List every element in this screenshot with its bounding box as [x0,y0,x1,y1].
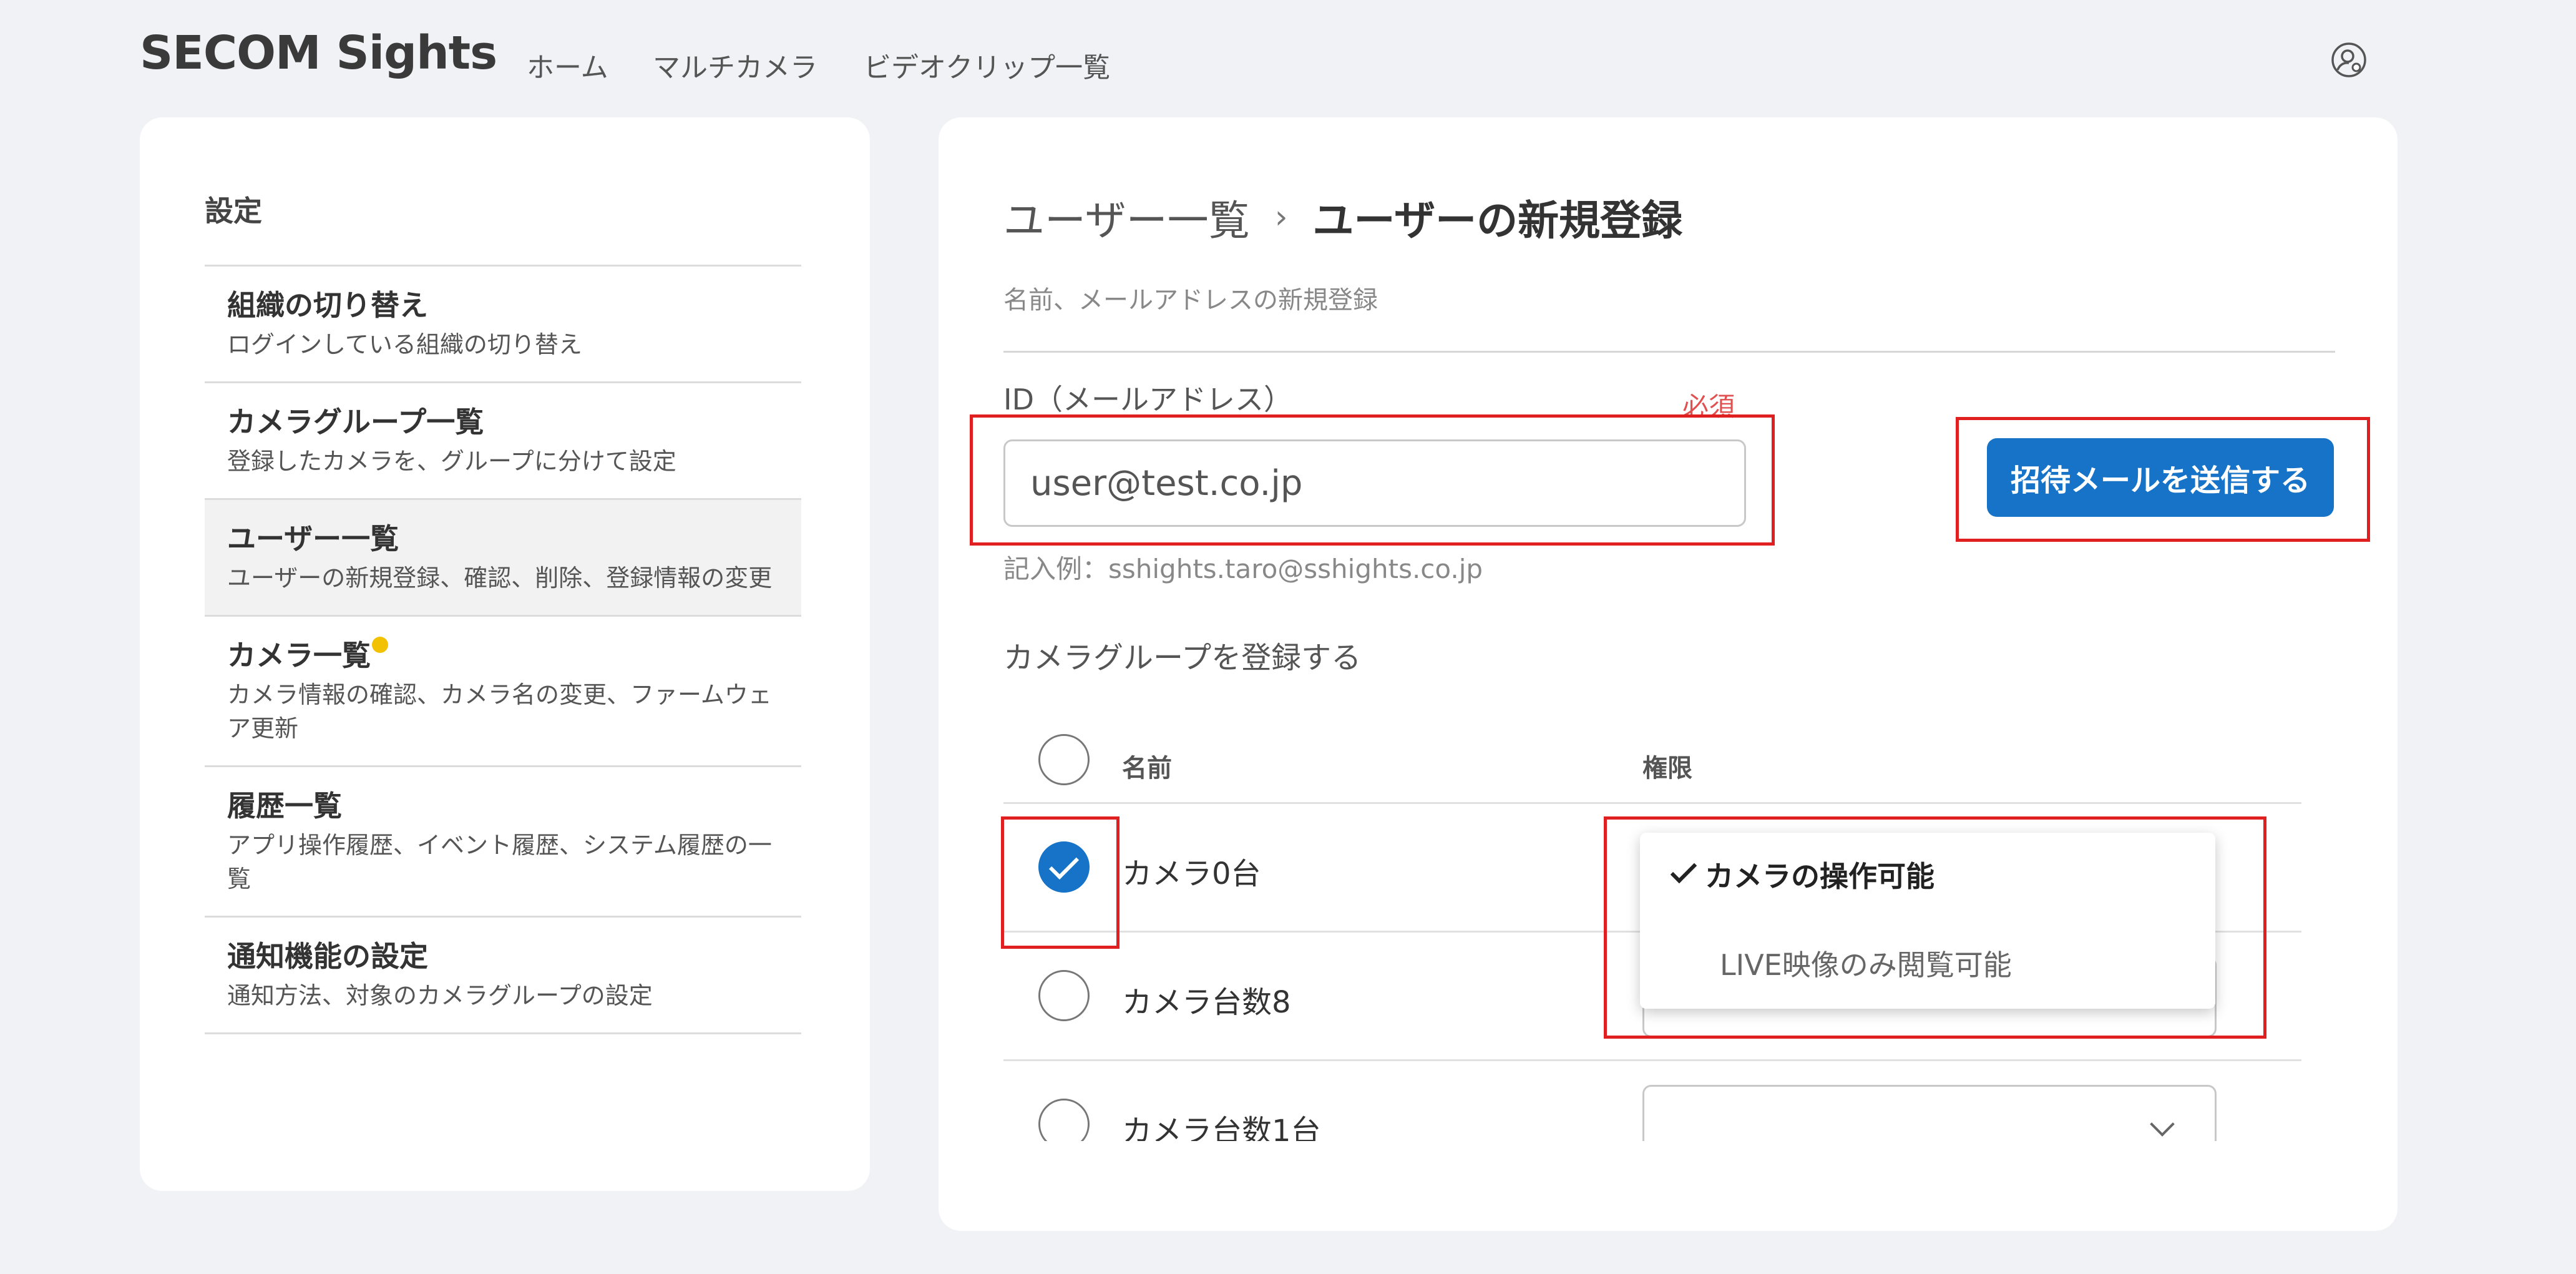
sidebar-title: 設定 [205,194,262,228]
column-header-permission: 権限 [1642,754,1692,783]
breadcrumb-parent[interactable]: ユーザー一覧 [1003,187,1250,247]
user-settings-icon[interactable] [2330,41,2368,79]
column-header-name: 名前 [1122,754,1172,783]
camera-group-section-title: カメラグループを登録する [1003,640,1362,675]
row-select-radio[interactable] [1038,970,1090,1021]
settings-sidebar: 設定 組織の切り替え ログインしている組織の切り替え カメラグループ一覧 登録し… [140,117,870,1191]
sidebar-item-notifications[interactable]: 通知機能の設定 通知方法、対象のカメラグループの設定 [205,918,801,1034]
sidebar-item-desc: ログインしている組織の切り替え [227,331,582,358]
sidebar-item-cameras[interactable]: カメラ一覧 カメラ情報の確認、カメラ名の変更、ファームウェア更新 [205,617,801,767]
row-select-radio[interactable] [1038,1099,1090,1141]
sidebar-item-desc: ユーザーの新規登録、確認、削除、登録情報の変更 [227,564,773,592]
sidebar-item-label: 組織の切り替え [227,288,428,322]
sidebar-item-org-switch[interactable]: 組織の切り替え ログインしている組織の切り替え [205,267,801,383]
sidebar-item-label-wrap: カメラ一覧 [227,635,388,675]
highlight-checkbox-box [1001,816,1120,949]
email-example: 記入例：sshights.taro@sshights.co.jp [1003,554,1483,584]
highlight-send-box [1956,417,2370,542]
camera-group-name: カメラ台数8 [1122,985,1291,1020]
camera-group-name: カメラ0台 [1122,856,1261,891]
page-title: ユーザーの新規登録 [1312,197,1683,245]
chevron-right-icon: › [1274,198,1288,236]
table-row: カメラ台数1台 [1003,1061,2301,1141]
sidebar-item-desc: アプリ操作履歴、イベント履歴、システム履歴の一覧 [227,831,772,893]
sidebar-item-label: カメラ一覧 [227,639,371,672]
sidebar-item-desc: カメラ情報の確認、カメラ名の変更、ファームウェア更新 [227,681,772,742]
breadcrumb: ユーザー一覧 › ユーザーの新規登録 [1003,187,1682,247]
sidebar-item-desc: 通知方法、対象のカメラグループの設定 [227,982,653,1009]
sidebar-item-label: ユーザー一覧 [227,522,399,556]
highlight-dropdown-box [1604,816,2266,1039]
notification-badge [372,637,388,653]
nav-video-clips[interactable]: ビデオクリップ一覧 [864,45,1110,85]
nav-home[interactable]: ホーム [527,45,608,85]
sidebar-item-users[interactable]: ユーザー一覧 ユーザーの新規登録、確認、削除、登録情報の変更 [205,500,801,617]
sidebar-item-history[interactable]: 履歴一覧 アプリ操作履歴、イベント履歴、システム履歴の一覧 [205,767,801,918]
nav-multi-camera[interactable]: マルチカメラ [653,45,817,85]
sidebar-item-label: 履歴一覧 [227,789,342,823]
page-subtitle: 名前、メールアドレスの新規登録 [1003,286,1378,315]
highlight-email-box [970,414,1775,546]
main-panel: ユーザー一覧 › ユーザーの新規登録 名前、メールアドレスの新規登録 ID（メー… [939,117,2398,1231]
sidebar-item-label: カメラグループ一覧 [227,405,484,439]
sidebar-item-label: 通知機能の設定 [227,939,428,973]
permission-select[interactable] [1642,1085,2217,1141]
header: SECOM Sights ホーム マルチカメラ ビデオクリップ一覧 [0,0,2576,119]
sidebar-item-camera-groups[interactable]: カメラグループ一覧 登録したカメラを、グループに分けて設定 [205,383,801,500]
settings-menu: 組織の切り替え ログインしている組織の切り替え カメラグループ一覧 登録したカメ… [205,265,801,1034]
sidebar-item-desc: 登録したカメラを、グループに分けて設定 [227,448,676,475]
camera-group-name: カメラ台数1台 [1122,1114,1321,1141]
divider [1003,351,2335,353]
table-header: 名前 権限 [1003,717,2301,804]
email-label: ID（メールアドレス） [1003,383,1292,416]
select-all-radio[interactable] [1038,734,1090,785]
chevron-down-icon [2150,1112,2175,1137]
logo[interactable]: SECOM Sights [140,26,497,80]
